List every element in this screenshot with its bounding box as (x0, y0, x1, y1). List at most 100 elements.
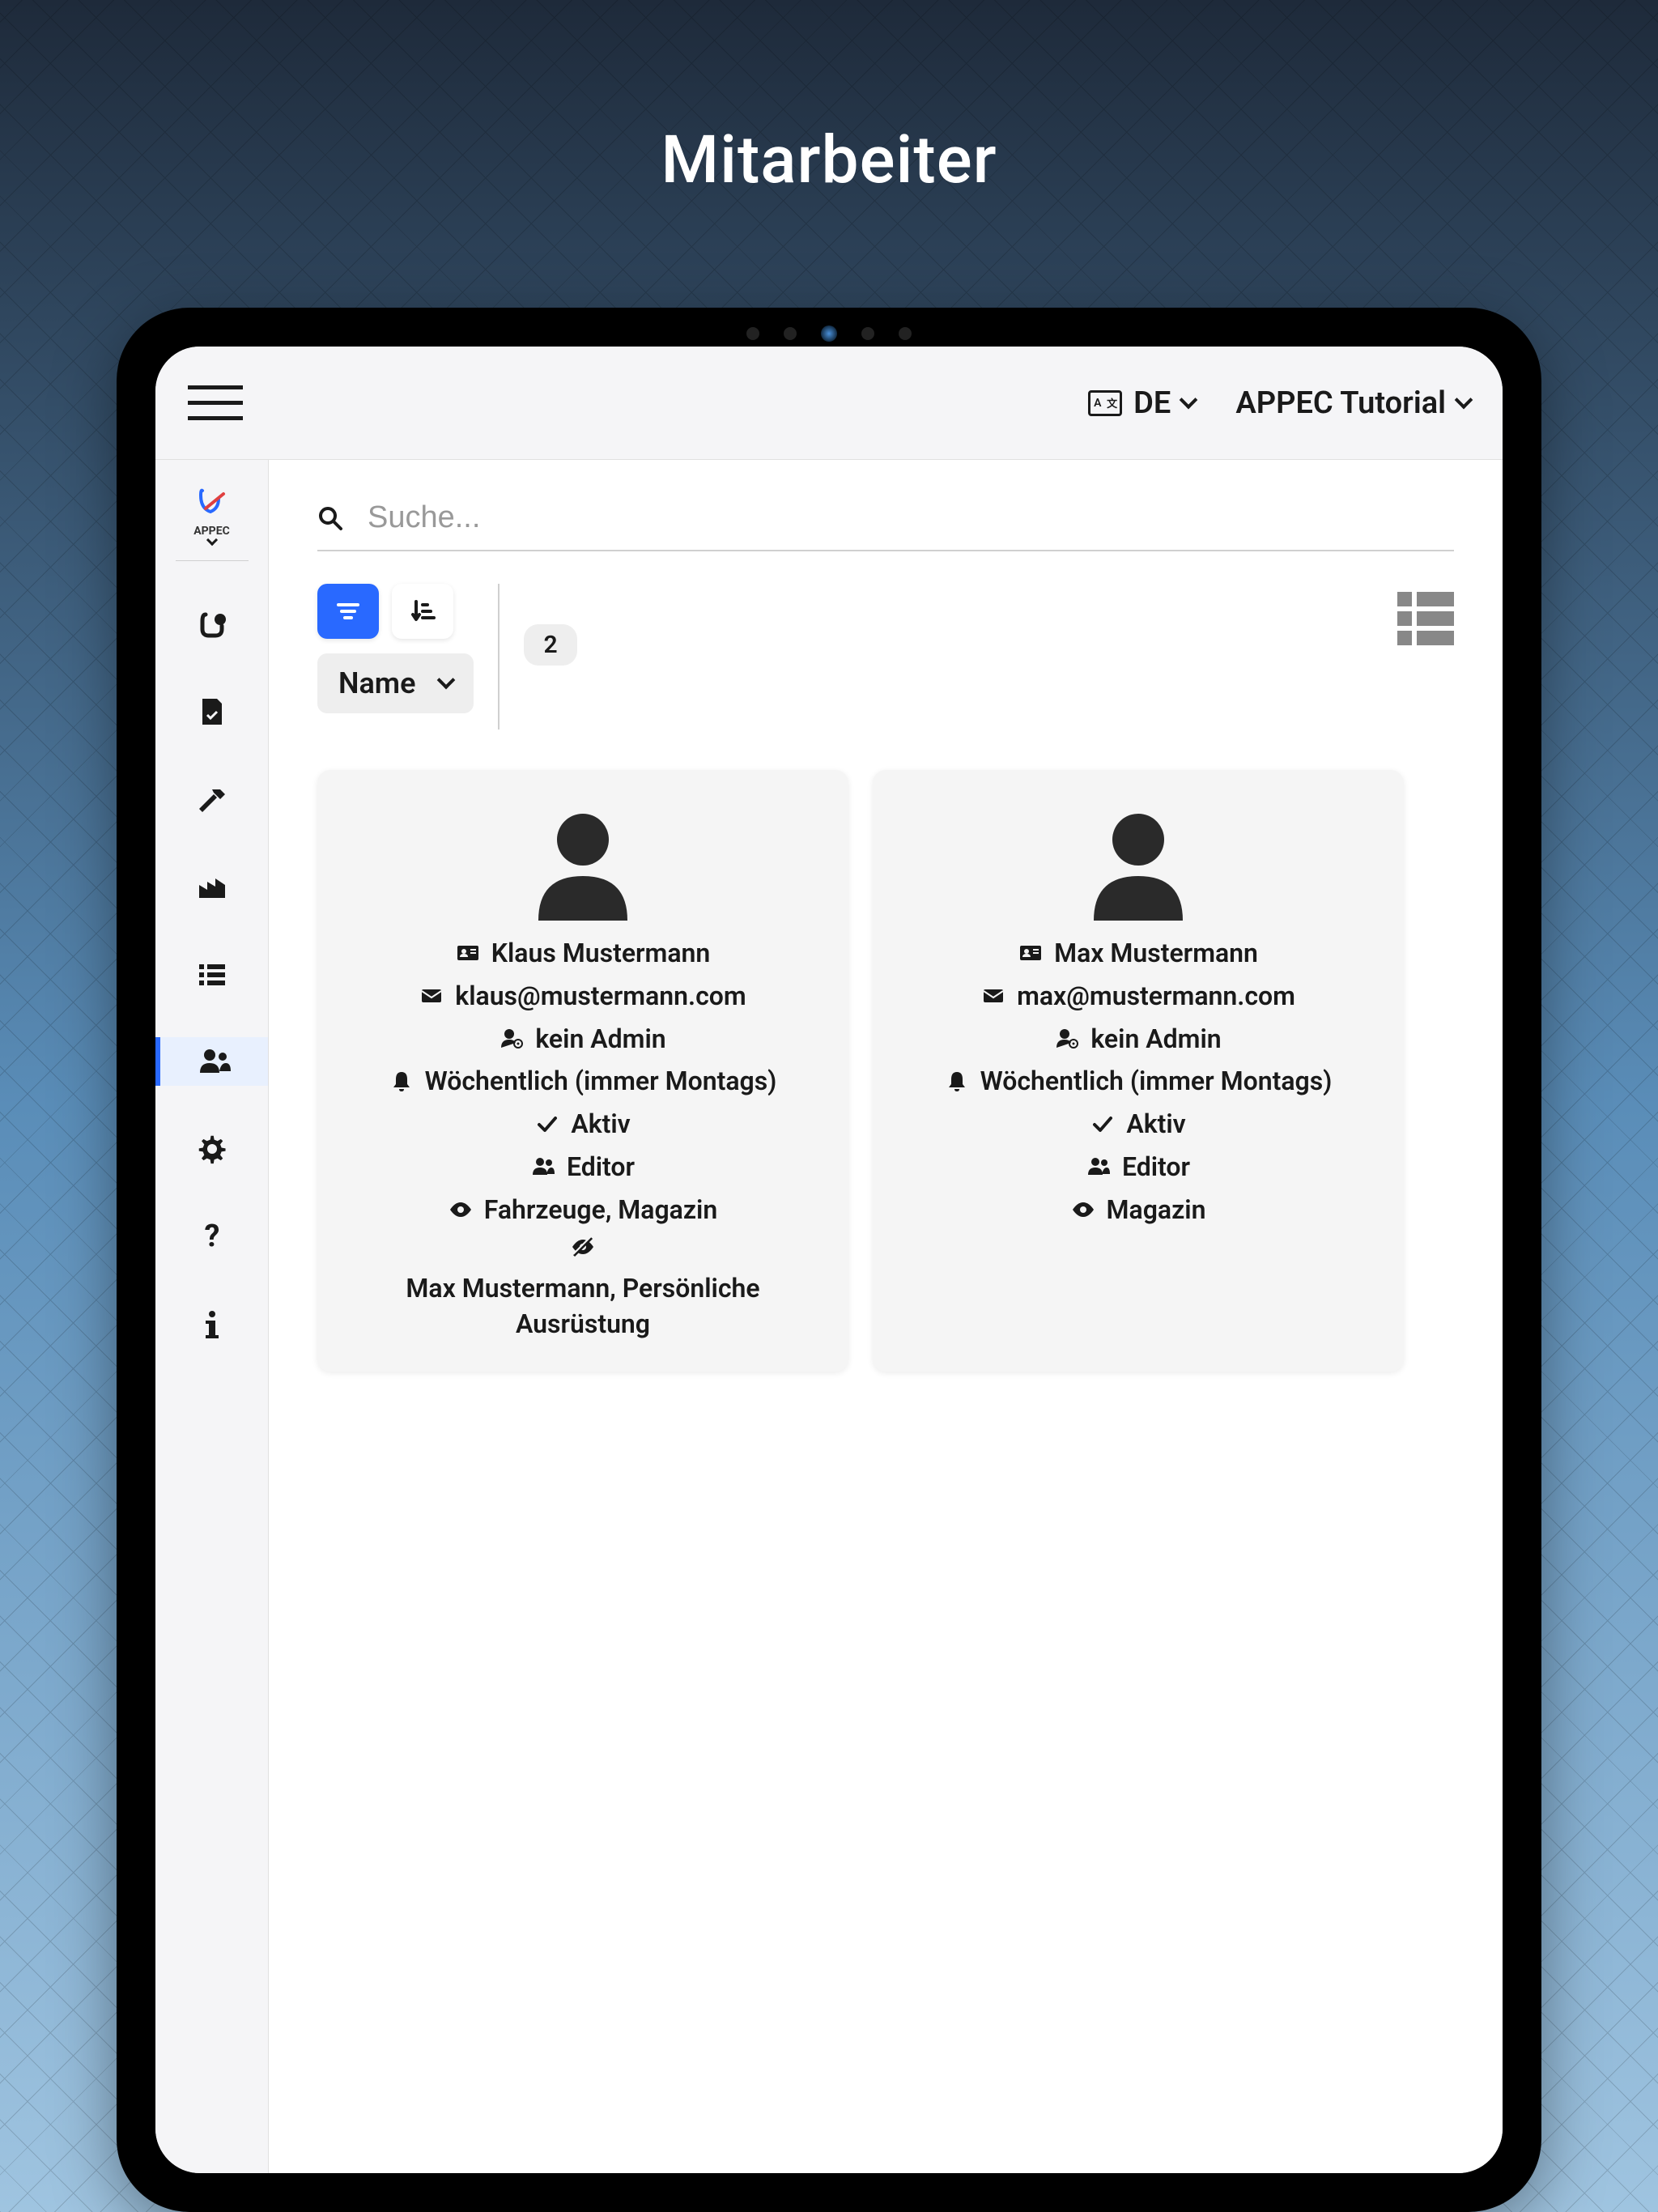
user-role: Editor (1122, 1149, 1190, 1185)
filter-row: Name 2 (317, 584, 1454, 730)
check-icon (1090, 1112, 1115, 1137)
sidebar-item-tools[interactable] (155, 775, 268, 823)
project-label: APPEC Tutorial (1235, 385, 1446, 421)
info-icon (194, 1306, 230, 1342)
user-hidden-scope: Max Mustermann, Persönliche Ausrüstung (337, 1270, 829, 1343)
users-icon (197, 1044, 232, 1079)
tablet-frame: DE APPEC Tutorial APPEC (117, 308, 1541, 2212)
svg-text:?: ? (204, 1219, 219, 1254)
chevron-down-icon (437, 671, 456, 690)
avatar-icon (1078, 799, 1199, 921)
hammer-icon (194, 781, 230, 817)
sidebar-item-equipment[interactable] (155, 600, 268, 649)
tablet-notch (746, 325, 912, 342)
sidebar: APPEC (155, 460, 269, 2173)
menu-button[interactable] (188, 385, 243, 420)
app-body: APPEC (155, 460, 1503, 2173)
sort-field-select[interactable]: Name (317, 653, 474, 713)
user-role: Editor (567, 1149, 635, 1185)
eye-icon (449, 1197, 473, 1222)
user-schedule: Wöchentlich (immer Montags) (425, 1063, 777, 1100)
user-email-row: max@mustermann.com (981, 978, 1295, 1015)
avatar-icon (522, 799, 644, 921)
user-visible-scope-row: Magazin (1071, 1192, 1206, 1228)
user-admin-status: kein Admin (1090, 1021, 1221, 1057)
gear-icon (194, 1131, 230, 1167)
user-role-row: Editor (531, 1149, 635, 1185)
filter-button[interactable] (317, 584, 379, 639)
results-count-badge: 2 (524, 624, 576, 666)
document-icon (194, 694, 230, 730)
user-status-row: Aktiv (1090, 1106, 1185, 1142)
id-card-icon (1018, 941, 1043, 965)
sidebar-item-users[interactable] (155, 1037, 268, 1086)
top-bar-right: DE APPEC Tutorial (1088, 385, 1470, 421)
sidebar-item-manufacturers[interactable] (155, 862, 268, 911)
sidebar-logo[interactable]: APPEC (176, 484, 249, 561)
user-status: Aktiv (1126, 1106, 1185, 1142)
user-gear-icon (1055, 1027, 1079, 1051)
user-name-row: Max Mustermann (1018, 935, 1258, 972)
user-schedule: Wöchentlich (immer Montags) (980, 1063, 1333, 1100)
users-grid: Klaus Mustermann klaus@mustermann.com ke… (317, 770, 1454, 1372)
user-email: klaus@mustermann.com (455, 978, 746, 1015)
project-selector[interactable]: APPEC Tutorial (1235, 385, 1470, 421)
page-title: Mitarbeiter (661, 121, 997, 199)
sidebar-item-help[interactable]: ? (155, 1212, 268, 1261)
view-toggle-list[interactable] (1397, 592, 1454, 645)
eye-icon (1071, 1197, 1095, 1222)
sort-icon (408, 597, 437, 626)
filter-icon (334, 597, 363, 626)
search-input[interactable] (368, 500, 1454, 535)
search-bar (317, 500, 1454, 551)
main-content: Name 2 (269, 460, 1503, 2173)
user-admin-row: kein Admin (1055, 1021, 1221, 1057)
question-icon: ? (194, 1219, 230, 1254)
user-schedule-row: Wöchentlich (immer Montags) (945, 1063, 1333, 1100)
sidebar-item-settings[interactable] (155, 1125, 268, 1173)
sidebar-item-lists[interactable] (155, 950, 268, 998)
top-bar: DE APPEC Tutorial (155, 347, 1503, 460)
app-screen: DE APPEC Tutorial APPEC (155, 347, 1503, 2173)
user-visible-scope: Magazin (1107, 1192, 1206, 1228)
sidebar-item-info[interactable] (155, 1300, 268, 1348)
users-icon (531, 1155, 555, 1179)
user-gear-icon (500, 1027, 524, 1051)
sort-field-label: Name (338, 666, 415, 700)
bell-icon (945, 1070, 969, 1094)
user-visible-scope-row: Fahrzeuge, Magazin (449, 1192, 717, 1228)
check-icon (535, 1112, 559, 1137)
user-status: Aktiv (571, 1106, 630, 1142)
user-visible-scope: Fahrzeuge, Magazin (484, 1192, 717, 1228)
envelope-icon (981, 984, 1005, 1008)
filter-controls: Name (317, 584, 474, 713)
user-name: Max Mustermann (1054, 935, 1258, 972)
users-icon (1086, 1155, 1111, 1179)
carabiner-icon (194, 606, 230, 642)
divider (498, 584, 500, 730)
user-status-row: Aktiv (535, 1106, 630, 1142)
id-card-icon (456, 941, 480, 965)
user-name-row: Klaus Mustermann (456, 935, 711, 972)
user-hidden-scope-row: Max Mustermann, Persönliche Ausrüstung (337, 1235, 829, 1343)
user-name: Klaus Mustermann (491, 935, 711, 972)
sort-button[interactable] (392, 584, 453, 639)
user-admin-status: kein Admin (535, 1021, 665, 1057)
sidebar-item-documents[interactable] (155, 687, 268, 736)
eye-slash-icon (571, 1235, 595, 1259)
chevron-down-icon (1180, 390, 1198, 409)
translate-icon (1088, 390, 1122, 416)
user-admin-row: kein Admin (500, 1021, 665, 1057)
list-icon (194, 956, 230, 992)
language-label: DE (1133, 385, 1171, 421)
factory-icon (194, 869, 230, 904)
user-schedule-row: Wöchentlich (immer Montags) (389, 1063, 777, 1100)
user-card[interactable]: Klaus Mustermann klaus@mustermann.com ke… (317, 770, 848, 1372)
language-selector[interactable]: DE (1088, 385, 1195, 421)
bell-icon (389, 1070, 414, 1094)
search-icon (317, 505, 343, 531)
appec-logo-icon (194, 484, 230, 520)
user-card[interactable]: Max Mustermann max@mustermann.com kein A… (873, 770, 1404, 1372)
chevron-down-icon (1455, 390, 1473, 409)
user-email: max@mustermann.com (1017, 978, 1295, 1015)
